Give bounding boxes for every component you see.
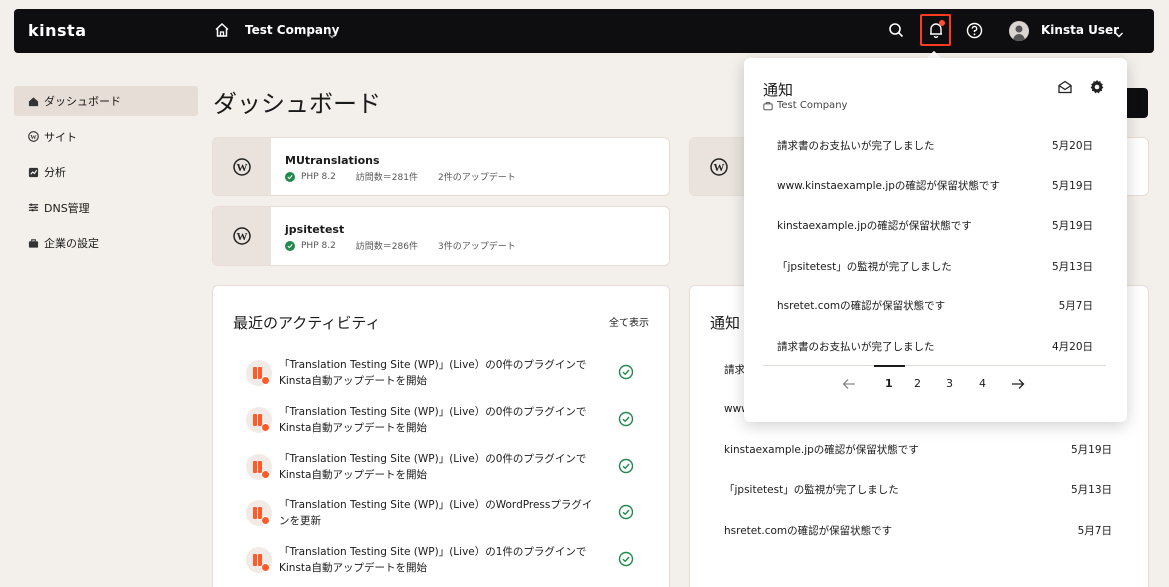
activity-item[interactable]: 「Translation Testing Site (WP)」(Live）の1件…	[246, 541, 636, 581]
notification-item[interactable]: 請求書のお支払いが完了しました 5月20日	[777, 138, 1093, 158]
svg-text:W: W	[714, 162, 725, 174]
chevron-down-icon[interactable]	[328, 25, 336, 44]
updates-count: 3件のアップデート	[437, 242, 516, 252]
sidebar-item-dns[interactable]: DNS管理	[14, 193, 198, 223]
site-card[interactable]: W MUtranslations PHP 8.2 訪問数＝281件 2件のアップ…	[212, 137, 670, 196]
kinsta-bot-avatar	[246, 547, 272, 573]
site-card[interactable]: W jpsitetest PHP 8.2 訪問数＝286件 3件のアップデート	[212, 206, 670, 266]
check-circle-icon	[618, 411, 634, 431]
site-name[interactable]: MUtranslations	[285, 154, 380, 167]
mark-all-read-icon[interactable]	[1057, 79, 1073, 99]
arrow-right-icon[interactable]	[1011, 378, 1025, 390]
activity-text: 「Translation Testing Site (WP)」(Live）のWo…	[279, 499, 593, 527]
updates-count: 2件のアップデート	[437, 173, 516, 183]
activity-text: 「Translation Testing Site (WP)」(Live）の0件…	[279, 453, 587, 481]
activity-text: 「Translation Testing Site (WP)」(Live）の0件…	[279, 359, 587, 387]
recent-activity-panel: 最近のアクティビティ 全て表示 「Translation Testing Sit…	[212, 285, 670, 587]
company-switcher[interactable]: Test Company	[245, 23, 339, 37]
visits-count: 訪問数＝281件	[355, 173, 418, 183]
page-button[interactable]: 3	[946, 377, 953, 390]
notification-item[interactable]: 「jpsitetest」の監視が完了しました 5月13日	[724, 482, 1112, 502]
sidebar-item-label: ダッシュボード	[44, 95, 121, 108]
sidebar: ダッシュボード W サイト 分析 DNS管理 企業の設定	[14, 86, 198, 264]
home-icon[interactable]	[214, 22, 230, 42]
wordpress-icon: W	[690, 138, 748, 195]
page-button[interactable]: 1	[885, 377, 893, 390]
page-title: ダッシュボード	[213, 90, 381, 118]
notification-item[interactable]: 「jpsitetest」の監視が完了しました 5月13日	[777, 259, 1093, 279]
notification-item[interactable]: hsretet.comの確認が保留状態です 5月7日	[724, 523, 1112, 543]
kinsta-bot-avatar	[246, 360, 272, 386]
top-navigation-bar: kinsta Test Company Kinsta User	[14, 9, 1154, 53]
wordpress-icon: W	[213, 138, 271, 195]
notification-item[interactable]: 請求書のお支払いが完了しました 4月20日	[777, 339, 1093, 359]
analytics-icon	[28, 167, 39, 177]
arrow-left-icon[interactable]	[842, 378, 856, 390]
notification-item[interactable]: kinstaexample.jpの確認が保留状態です 5月19日	[724, 442, 1112, 462]
activity-text: 「Translation Testing Site (WP)」(Live）の0件…	[279, 406, 587, 434]
unread-dot	[939, 20, 945, 26]
check-circle-icon	[618, 551, 634, 571]
kinsta-bot-avatar	[246, 454, 272, 480]
activity-item[interactable]: 「Translation Testing Site (WP)」(Live）の0件…	[246, 401, 636, 441]
briefcase-icon	[28, 238, 39, 248]
notifications-dropdown: 通知 Test Company 請求書のお支払いが完了しました 5月20日 www…	[744, 58, 1127, 422]
sidebar-item-label: 企業の設定	[44, 237, 99, 250]
kinsta-bot-avatar	[246, 500, 272, 526]
briefcase-icon	[763, 101, 773, 110]
page-button[interactable]: 4	[979, 377, 986, 390]
php-version: PHP 8.2	[301, 171, 336, 182]
dropdown-title: 通知	[763, 81, 794, 99]
current-page-indicator	[874, 365, 905, 367]
gear-icon[interactable]	[1089, 79, 1105, 99]
notifications-button[interactable]	[920, 14, 951, 46]
sidebar-item-label: DNS管理	[44, 201, 90, 215]
notification-item[interactable]: www.kinstaexample.jpの確認が保留状態です 5月19日	[777, 178, 1093, 198]
home-icon	[28, 96, 39, 106]
search-icon[interactable]	[888, 22, 904, 42]
sidebar-item-label: 分析	[44, 166, 66, 179]
svg-text:W: W	[30, 134, 37, 141]
view-all-link[interactable]: 全て表示	[609, 314, 649, 329]
activity-item[interactable]: 「Translation Testing Site (WP)」(Live）のWo…	[246, 494, 636, 534]
wordpress-icon: W	[213, 207, 271, 265]
php-version: PHP 8.2	[301, 240, 336, 251]
user-menu[interactable]: Kinsta User	[1041, 23, 1119, 37]
sidebar-item-sites[interactable]: W サイト	[14, 122, 198, 152]
site-meta: PHP 8.2 訪問数＝286件 3件のアップデート	[285, 239, 516, 252]
check-circle-icon	[618, 504, 634, 524]
check-icon	[285, 240, 295, 251]
pagination: 1 2 3 4	[840, 365, 1030, 394]
visits-count: 訪問数＝286件	[355, 242, 418, 252]
site-meta: PHP 8.2 訪問数＝281件 2件のアップデート	[285, 170, 516, 183]
sidebar-item-label: サイト	[44, 130, 77, 144]
site-name[interactable]: jpsitetest	[285, 223, 344, 236]
sidebar-item-company-settings[interactable]: 企業の設定	[14, 228, 198, 258]
kinsta-logo[interactable]: kinsta	[28, 21, 86, 40]
help-icon[interactable]	[966, 22, 983, 43]
kinsta-bot-avatar	[246, 407, 272, 433]
notification-item[interactable]: hsretet.comの確認が保留状態です 5月7日	[777, 298, 1093, 318]
avatar[interactable]	[1009, 21, 1029, 41]
check-circle-icon	[618, 458, 634, 478]
svg-text:W: W	[237, 231, 248, 243]
panel-title: 通知	[710, 314, 741, 332]
notification-item[interactable]: kinstaexample.jpの確認が保留状態です 5月19日	[777, 218, 1093, 238]
divider	[763, 365, 1106, 366]
sidebar-item-analytics[interactable]: 分析	[14, 157, 198, 187]
wordpress-icon: W	[28, 131, 39, 142]
page-button[interactable]: 2	[914, 377, 921, 390]
activity-item[interactable]: 「Translation Testing Site (WP)」(Live）の0件…	[246, 448, 636, 488]
check-circle-icon	[618, 364, 634, 384]
dns-icon	[28, 203, 39, 212]
activity-text: 「Translation Testing Site (WP)」(Live）の1件…	[279, 546, 587, 574]
check-icon	[285, 171, 295, 182]
activity-item[interactable]: 「Translation Testing Site (WP)」(Live）の0件…	[246, 354, 636, 394]
svg-text:W: W	[237, 162, 248, 174]
panel-title: 最近のアクティビティ	[233, 314, 381, 332]
dropdown-company: Test Company	[763, 100, 847, 111]
chevron-down-icon[interactable]	[1114, 25, 1124, 44]
sidebar-item-dashboard[interactable]: ダッシュボード	[14, 86, 198, 116]
